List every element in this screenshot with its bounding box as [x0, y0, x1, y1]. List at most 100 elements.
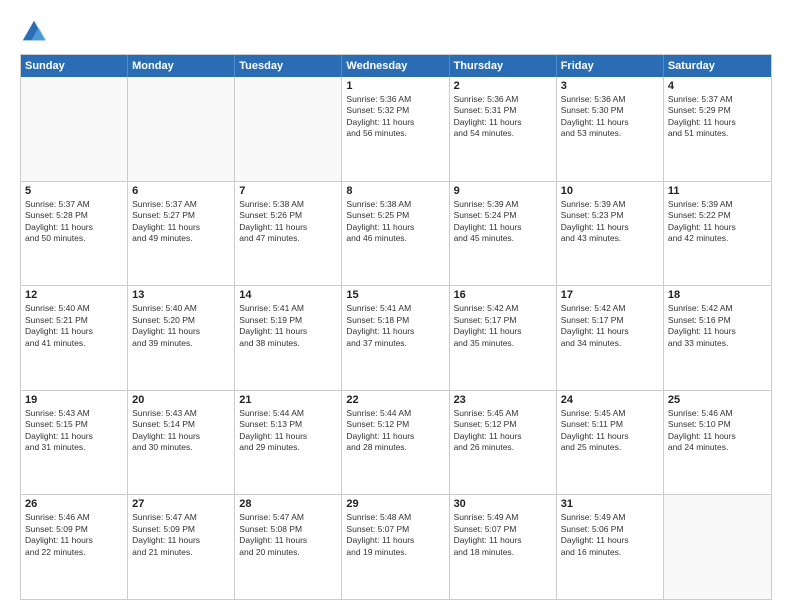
calendar-body: 1 Sunrise: 5:36 AM Sunset: 5:32 PM Daylig…	[21, 77, 771, 599]
cal-cell-2-2: 14 Sunrise: 5:41 AM Sunset: 5:19 PM Dayli…	[235, 286, 342, 390]
day-number-29: 29	[346, 498, 444, 510]
cal-cell-3-0: 19 Sunrise: 5:43 AM Sunset: 5:15 PM Dayli…	[21, 391, 128, 495]
day-number-3: 3	[561, 80, 659, 92]
cal-cell-1-3: 8 Sunrise: 5:38 AM Sunset: 5:25 PM Daylig…	[342, 182, 449, 286]
day-number-28: 28	[239, 498, 337, 510]
cell-content-2-5: Sunrise: 5:42 AM Sunset: 5:17 PM Dayligh…	[561, 303, 659, 349]
cell-content-3-1: Sunrise: 5:43 AM Sunset: 5:14 PM Dayligh…	[132, 408, 230, 454]
cal-cell-4-4: 30 Sunrise: 5:49 AM Sunset: 5:07 PM Dayli…	[450, 495, 557, 599]
cal-week-0: 1 Sunrise: 5:36 AM Sunset: 5:32 PM Daylig…	[21, 77, 771, 182]
day-number-8: 8	[346, 185, 444, 197]
cal-cell-0-2	[235, 77, 342, 181]
cal-cell-1-6: 11Sunrise: 5:39 AM Sunset: 5:22 PM Dayli…	[664, 182, 771, 286]
day-number-31: 31	[561, 498, 659, 510]
header-day-0: Sunday	[21, 55, 128, 77]
cell-content-3-6: Sunrise: 5:46 AM Sunset: 5:10 PM Dayligh…	[668, 408, 767, 454]
cal-week-2: 12Sunrise: 5:40 AM Sunset: 5:21 PM Dayli…	[21, 286, 771, 391]
cell-content-2-0: Sunrise: 5:40 AM Sunset: 5:21 PM Dayligh…	[25, 303, 123, 349]
day-number-19: 19	[25, 394, 123, 406]
header-day-1: Monday	[128, 55, 235, 77]
cell-content-0-3: Sunrise: 5:36 AM Sunset: 5:32 PM Dayligh…	[346, 94, 444, 140]
cal-cell-1-0: 5 Sunrise: 5:37 AM Sunset: 5:28 PM Daylig…	[21, 182, 128, 286]
cell-content-2-3: Sunrise: 5:41 AM Sunset: 5:18 PM Dayligh…	[346, 303, 444, 349]
cal-cell-0-5: 3 Sunrise: 5:36 AM Sunset: 5:30 PM Daylig…	[557, 77, 664, 181]
cal-cell-2-1: 13 Sunrise: 5:40 AM Sunset: 5:20 PM Dayli…	[128, 286, 235, 390]
cal-cell-0-4: 2Sunrise: 5:36 AM Sunset: 5:31 PM Daylig…	[450, 77, 557, 181]
cell-content-1-0: Sunrise: 5:37 AM Sunset: 5:28 PM Dayligh…	[25, 199, 123, 245]
cell-content-2-1: Sunrise: 5:40 AM Sunset: 5:20 PM Dayligh…	[132, 303, 230, 349]
cal-cell-2-5: 17 Sunrise: 5:42 AM Sunset: 5:17 PM Dayli…	[557, 286, 664, 390]
cell-content-3-0: Sunrise: 5:43 AM Sunset: 5:15 PM Dayligh…	[25, 408, 123, 454]
day-number-10: 10	[561, 185, 659, 197]
day-number-24: 24	[561, 394, 659, 406]
cal-cell-2-6: 18 Sunrise: 5:42 AM Sunset: 5:16 PM Dayli…	[664, 286, 771, 390]
cell-content-2-4: Sunrise: 5:42 AM Sunset: 5:17 PM Dayligh…	[454, 303, 552, 349]
cell-content-2-2: Sunrise: 5:41 AM Sunset: 5:19 PM Dayligh…	[239, 303, 337, 349]
cell-content-0-6: Sunrise: 5:37 AM Sunset: 5:29 PM Dayligh…	[668, 94, 767, 140]
cell-content-4-1: Sunrise: 5:47 AM Sunset: 5:09 PM Dayligh…	[132, 512, 230, 558]
day-number-6: 6	[132, 185, 230, 197]
cal-cell-0-0	[21, 77, 128, 181]
day-number-7: 7	[239, 185, 337, 197]
logo	[20, 18, 52, 46]
cell-content-2-6: Sunrise: 5:42 AM Sunset: 5:16 PM Dayligh…	[668, 303, 767, 349]
day-number-23: 23	[454, 394, 552, 406]
cal-week-3: 19 Sunrise: 5:43 AM Sunset: 5:15 PM Dayli…	[21, 391, 771, 496]
header	[20, 18, 772, 46]
day-number-1: 1	[346, 80, 444, 92]
cal-cell-3-1: 20 Sunrise: 5:43 AM Sunset: 5:14 PM Dayli…	[128, 391, 235, 495]
cal-cell-4-2: 28Sunrise: 5:47 AM Sunset: 5:08 PM Dayli…	[235, 495, 342, 599]
day-number-17: 17	[561, 289, 659, 301]
header-day-4: Thursday	[450, 55, 557, 77]
cal-cell-3-3: 22 Sunrise: 5:44 AM Sunset: 5:12 PM Dayli…	[342, 391, 449, 495]
header-day-6: Saturday	[664, 55, 771, 77]
cal-cell-3-5: 24 Sunrise: 5:45 AM Sunset: 5:11 PM Dayli…	[557, 391, 664, 495]
cell-content-4-5: Sunrise: 5:49 AM Sunset: 5:06 PM Dayligh…	[561, 512, 659, 558]
cal-cell-2-0: 12Sunrise: 5:40 AM Sunset: 5:21 PM Dayli…	[21, 286, 128, 390]
cal-cell-4-3: 29 Sunrise: 5:48 AM Sunset: 5:07 PM Dayli…	[342, 495, 449, 599]
cell-content-3-2: Sunrise: 5:44 AM Sunset: 5:13 PM Dayligh…	[239, 408, 337, 454]
day-number-26: 26	[25, 498, 123, 510]
day-number-25: 25	[668, 394, 767, 406]
day-number-11: 11	[668, 185, 767, 197]
cal-cell-1-4: 9 Sunrise: 5:39 AM Sunset: 5:24 PM Daylig…	[450, 182, 557, 286]
cal-cell-3-6: 25 Sunrise: 5:46 AM Sunset: 5:10 PM Dayli…	[664, 391, 771, 495]
cal-week-1: 5 Sunrise: 5:37 AM Sunset: 5:28 PM Daylig…	[21, 182, 771, 287]
cal-cell-4-6	[664, 495, 771, 599]
cal-cell-0-6: 4Sunrise: 5:37 AM Sunset: 5:29 PM Daylig…	[664, 77, 771, 181]
day-number-9: 9	[454, 185, 552, 197]
cell-content-4-3: Sunrise: 5:48 AM Sunset: 5:07 PM Dayligh…	[346, 512, 444, 558]
cal-cell-4-1: 27 Sunrise: 5:47 AM Sunset: 5:09 PM Dayli…	[128, 495, 235, 599]
header-day-3: Wednesday	[342, 55, 449, 77]
day-number-18: 18	[668, 289, 767, 301]
cal-cell-1-2: 7Sunrise: 5:38 AM Sunset: 5:26 PM Daylig…	[235, 182, 342, 286]
cal-cell-1-5: 10 Sunrise: 5:39 AM Sunset: 5:23 PM Dayli…	[557, 182, 664, 286]
cal-cell-0-1	[128, 77, 235, 181]
cell-content-3-5: Sunrise: 5:45 AM Sunset: 5:11 PM Dayligh…	[561, 408, 659, 454]
calendar-header-row: SundayMondayTuesdayWednesdayThursdayFrid…	[21, 55, 771, 77]
day-number-20: 20	[132, 394, 230, 406]
day-number-22: 22	[346, 394, 444, 406]
day-number-14: 14	[239, 289, 337, 301]
day-number-2: 2	[454, 80, 552, 92]
day-number-13: 13	[132, 289, 230, 301]
day-number-21: 21	[239, 394, 337, 406]
cell-content-1-4: Sunrise: 5:39 AM Sunset: 5:24 PM Dayligh…	[454, 199, 552, 245]
day-number-27: 27	[132, 498, 230, 510]
day-number-5: 5	[25, 185, 123, 197]
cell-content-3-3: Sunrise: 5:44 AM Sunset: 5:12 PM Dayligh…	[346, 408, 444, 454]
cal-cell-3-2: 21 Sunrise: 5:44 AM Sunset: 5:13 PM Dayli…	[235, 391, 342, 495]
cell-content-1-5: Sunrise: 5:39 AM Sunset: 5:23 PM Dayligh…	[561, 199, 659, 245]
calendar: SundayMondayTuesdayWednesdayThursdayFrid…	[20, 54, 772, 600]
cell-content-0-5: Sunrise: 5:36 AM Sunset: 5:30 PM Dayligh…	[561, 94, 659, 140]
day-number-16: 16	[454, 289, 552, 301]
header-day-2: Tuesday	[235, 55, 342, 77]
cell-content-1-3: Sunrise: 5:38 AM Sunset: 5:25 PM Dayligh…	[346, 199, 444, 245]
day-number-30: 30	[454, 498, 552, 510]
cal-cell-1-1: 6Sunrise: 5:37 AM Sunset: 5:27 PM Daylig…	[128, 182, 235, 286]
cal-cell-4-5: 31 Sunrise: 5:49 AM Sunset: 5:06 PM Dayli…	[557, 495, 664, 599]
cal-cell-2-3: 15 Sunrise: 5:41 AM Sunset: 5:18 PM Dayli…	[342, 286, 449, 390]
day-number-15: 15	[346, 289, 444, 301]
cell-content-4-4: Sunrise: 5:49 AM Sunset: 5:07 PM Dayligh…	[454, 512, 552, 558]
header-day-5: Friday	[557, 55, 664, 77]
